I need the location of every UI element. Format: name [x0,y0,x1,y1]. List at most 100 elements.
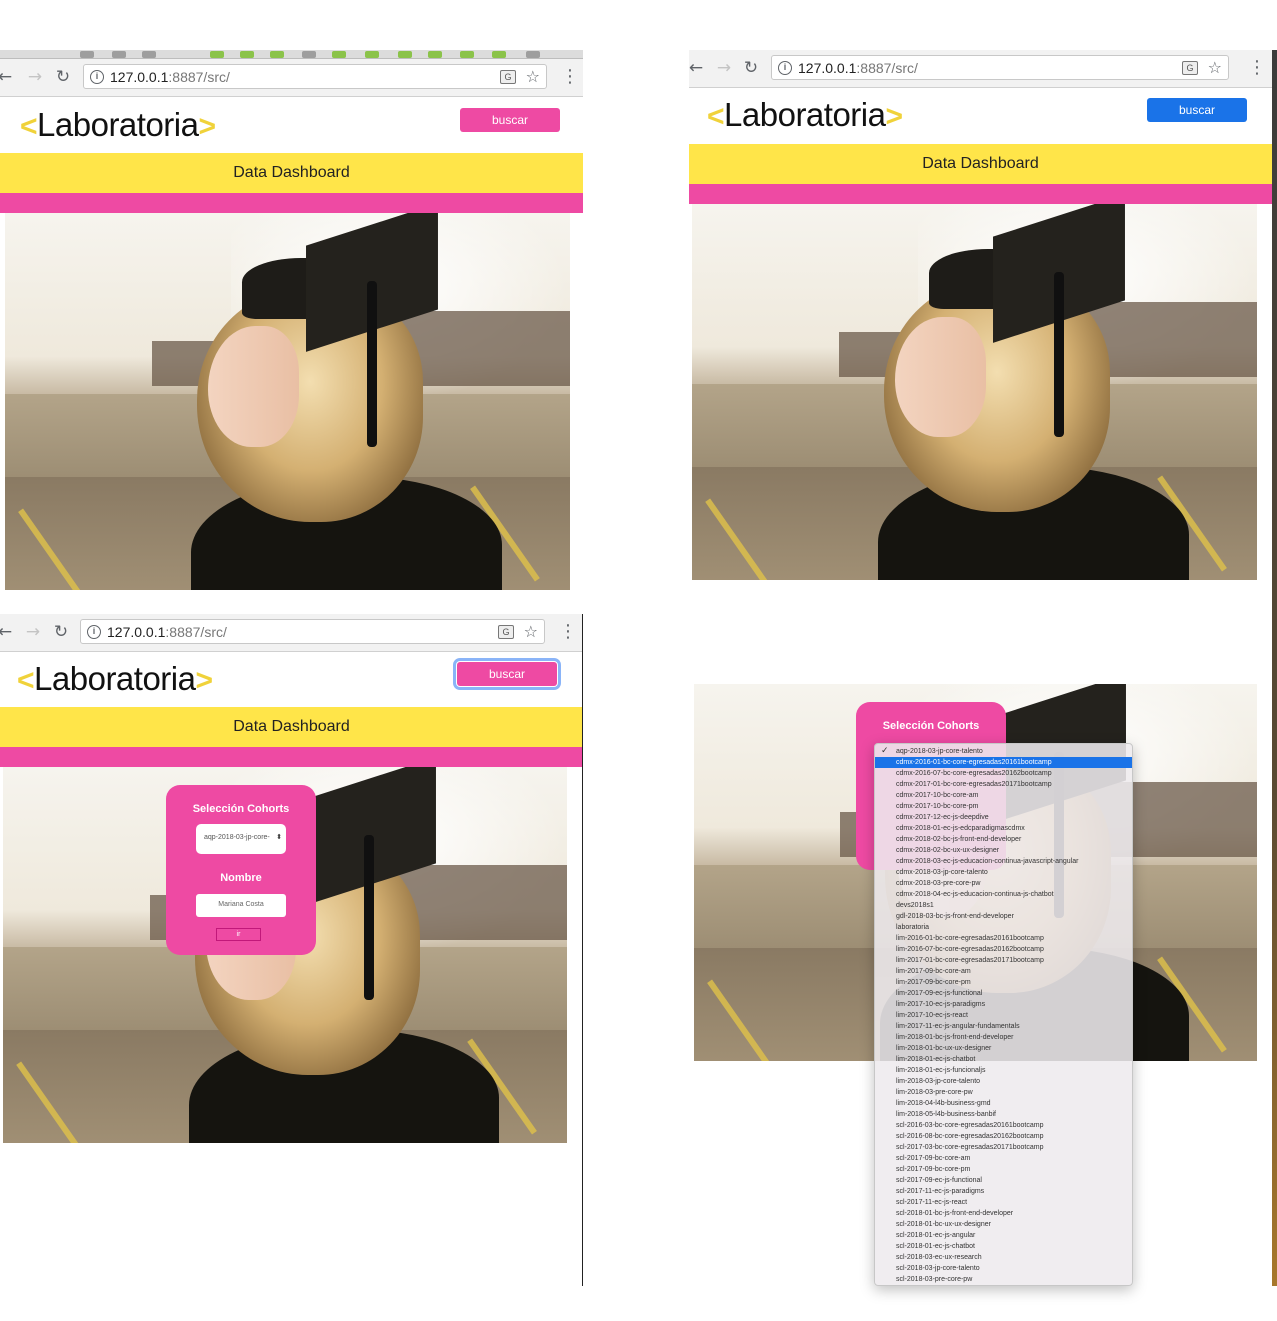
info-icon[interactable]: i [778,61,792,75]
page-title-band: Data Dashboard [0,707,583,747]
screenshot-top-left: ← → ↻ i 127.0.0.1:8887/src/ G ☆ ⋮ <Labor… [0,50,583,590]
dropdown-option[interactable]: cdmx-2017-10-bc-core-am [875,790,1132,801]
dropdown-option[interactable]: lim-2018-01-ec-js-funcionaljs [875,1065,1132,1076]
info-icon[interactable]: i [90,70,104,84]
cohort-dropdown-list[interactable]: ✓ aqp-2018-03-jp-core-talento cdmx-2016-01… [874,743,1133,1286]
dropdown-option[interactable]: lim-2017-09-bc-core-am [875,966,1132,977]
dropdown-option[interactable]: scl-2017-09-bc-core-am [875,1153,1132,1164]
dropdown-option[interactable]: cdmx-2016-01-bc-core-egresadas20161bootc… [875,757,1132,768]
translate-icon[interactable]: G [500,70,516,84]
reload-icon[interactable]: ↻ [50,620,72,644]
dropdown-option[interactable]: lim-2018-01-bc-ux-ux-designer [875,1043,1132,1054]
dropdown-option[interactable]: laboratoria [875,922,1132,933]
dropdown-option[interactable]: scl-2018-01-ec-js-chatbot [875,1241,1132,1252]
dropdown-option-label: lim-2017-09-bc-core-pm [896,979,971,986]
search-button[interactable]: buscar [453,658,561,690]
translate-icon[interactable]: G [1182,61,1198,75]
dropdown-option[interactable]: scl-2016-03-bc-core-egresadas20161bootca… [875,1120,1132,1131]
reload-icon[interactable]: ↻ [740,56,762,80]
dropdown-option[interactable]: lim-2018-03-pre-core-pw [875,1087,1132,1098]
forward-icon[interactable]: → [713,56,735,80]
dropdown-option-label: scl-2018-01-ec-js-angular [896,1232,976,1239]
dropdown-option-label: lim-2017-01-bc-core-egresadas20171bootca… [896,957,1044,964]
dropdown-option[interactable]: lim-2018-03-jp-core-talento [875,1076,1132,1087]
dropdown-option[interactable]: lim-2017-10-ec-js-paradigms [875,999,1132,1010]
dropdown-option[interactable]: scl-2017-09-ec-js-functional [875,1175,1132,1186]
dropdown-option[interactable]: cdmx-2017-12-ec-js-deepdive [875,812,1132,823]
dropdown-option[interactable]: cdmx-2018-04-ec-js-educacion-continua-js… [875,889,1132,900]
dropdown-option[interactable]: lim-2016-01-bc-core-egresadas20161bootca… [875,933,1132,944]
dropdown-option[interactable]: lim-2018-01-bc-js-front-end-developer [875,1032,1132,1043]
dropdown-option[interactable]: cdmx-2018-03-jp-core-talento [875,867,1132,878]
dropdown-option[interactable]: lim-2018-04-l4b-business-gmd [875,1098,1132,1109]
dropdown-option[interactable]: lim-2018-05-l4b-business-banbif [875,1109,1132,1120]
browser-tab-strip[interactable] [0,50,583,59]
dropdown-option[interactable]: cdmx-2018-02-bc-ux-ux-designer [875,845,1132,856]
dropdown-option[interactable]: cdmx-2018-01-ec-js-edcparadigmascdmx [875,823,1132,834]
dropdown-option[interactable]: lim-2017-10-ec-js-react [875,1010,1132,1021]
dropdown-option-label: cdmx-2017-10-bc-core-pm [896,803,979,810]
dropdown-option[interactable]: scl-2017-09-bc-core-pm [875,1164,1132,1175]
address-bar[interactable]: i 127.0.0.1:8887/src/ G ☆ [83,64,547,89]
laboratoria-logo[interactable]: <Laboratoria> [20,106,216,144]
dropdown-option[interactable]: scl-2018-01-bc-ux-ux-designer [875,1219,1132,1230]
cohort-select[interactable]: aqp-2018-03-jp-core- ⬍ [196,824,286,854]
dropdown-option[interactable]: scl-2017-11-ec-js-paradigms [875,1186,1132,1197]
menu-icon[interactable]: ⋮ [559,620,577,644]
menu-icon[interactable]: ⋮ [561,65,579,89]
dropdown-option[interactable]: cdmx-2018-03-ec-js-educacion-continua-ja… [875,856,1132,867]
laboratoria-logo[interactable]: <Laboratoria> [17,660,213,698]
graduate-photo [5,213,570,590]
dropdown-option[interactable]: scl-2018-03-jp-core-talento [875,1263,1132,1274]
dropdown-option-label: cdmx-2018-03-ec-js-educacion-continua-ja… [896,858,1079,865]
forward-icon[interactable]: → [22,620,44,644]
laboratoria-logo[interactable]: <Laboratoria> [707,96,903,134]
dropdown-option[interactable]: lim-2017-09-ec-js-functional [875,988,1132,999]
info-icon[interactable]: i [87,625,101,639]
dropdown-option[interactable]: cdmx-2018-03-pre-core-pw [875,878,1132,889]
dropdown-option[interactable]: ✓ aqp-2018-03-jp-core-talento [875,746,1132,757]
dropdown-option-label: lim-2017-09-bc-core-am [896,968,971,975]
dropdown-option-label: cdmx-2018-03-pre-core-pw [896,880,981,887]
dropdown-option[interactable]: scl-2017-03-bc-core-egresadas20171bootca… [875,1142,1132,1153]
translate-icon[interactable]: G [498,625,514,639]
address-bar[interactable]: i 127.0.0.1:8887/src/ G ☆ [771,55,1229,80]
dropdown-option[interactable]: cdmx-2016-07-bc-core-egresadas20162bootc… [875,768,1132,779]
dropdown-option-label: lim-2018-01-ec-js-funcionaljs [896,1067,986,1074]
dropdown-option[interactable]: scl-2017-11-ec-js-react [875,1197,1132,1208]
search-button[interactable]: buscar [1147,98,1247,122]
dropdown-option[interactable]: cdmx-2017-01-bc-core-egresadas20171bootc… [875,779,1132,790]
dropdown-option-label: lim-2017-11-ec-js-angular-fundamentals [896,1023,1020,1030]
dropdown-option[interactable]: lim-2017-11-ec-js-angular-fundamentals [875,1021,1132,1032]
menu-icon[interactable]: ⋮ [1248,56,1266,80]
back-icon[interactable]: ← [689,56,707,80]
dropdown-option[interactable]: lim-2017-01-bc-core-egresadas20171bootca… [875,955,1132,966]
back-icon[interactable]: ← [0,620,16,644]
dropdown-option[interactable]: scl-2016-08-bc-core-egresadas20162bootca… [875,1131,1132,1142]
dropdown-option[interactable]: scl-2018-01-ec-js-angular [875,1230,1132,1241]
star-icon[interactable]: ☆ [526,67,540,86]
dropdown-option-label: cdmx-2017-12-ec-js-deepdive [896,814,989,821]
dropdown-option[interactable]: lim-2016-07-bc-core-egresadas20162bootca… [875,944,1132,955]
star-icon[interactable]: ☆ [1208,58,1222,77]
dropdown-option[interactable]: scl-2018-01-bc-js-front-end-developer [875,1208,1132,1219]
search-button[interactable]: buscar [460,108,560,132]
submit-button[interactable]: ir [216,928,261,941]
dropdown-option[interactable]: cdmx-2018-02-bc-js-front-end-developer [875,834,1132,845]
address-bar[interactable]: i 127.0.0.1:8887/src/ G ☆ [80,619,545,644]
dropdown-option[interactable]: scl-2018-03-ec-ux-research [875,1252,1132,1263]
name-input[interactable]: Mariana Costa [196,894,286,917]
dropdown-option[interactable]: devs2018s1 [875,900,1132,911]
reload-icon[interactable]: ↻ [52,65,74,89]
dropdown-option[interactable]: lim-2017-09-bc-core-pm [875,977,1132,988]
dropdown-option[interactable]: gdl-2018-03-bc-js-front-end-developer [875,911,1132,922]
dropdown-option-label: scl-2017-11-ec-js-react [896,1199,968,1206]
dropdown-option[interactable]: cdmx-2017-10-bc-core-pm [875,801,1132,812]
dropdown-option-label: lim-2017-09-ec-js-functional [896,990,983,997]
dropdown-option[interactable]: scl-2018-03-pre-core-pw [875,1274,1132,1285]
dropdown-option-label: lim-2016-07-bc-core-egresadas20162bootca… [896,946,1044,953]
dropdown-option[interactable]: lim-2018-01-ec-js-chatbot [875,1054,1132,1065]
forward-icon[interactable]: → [24,65,46,89]
star-icon[interactable]: ☆ [524,622,538,641]
back-icon[interactable]: ← [0,65,16,89]
